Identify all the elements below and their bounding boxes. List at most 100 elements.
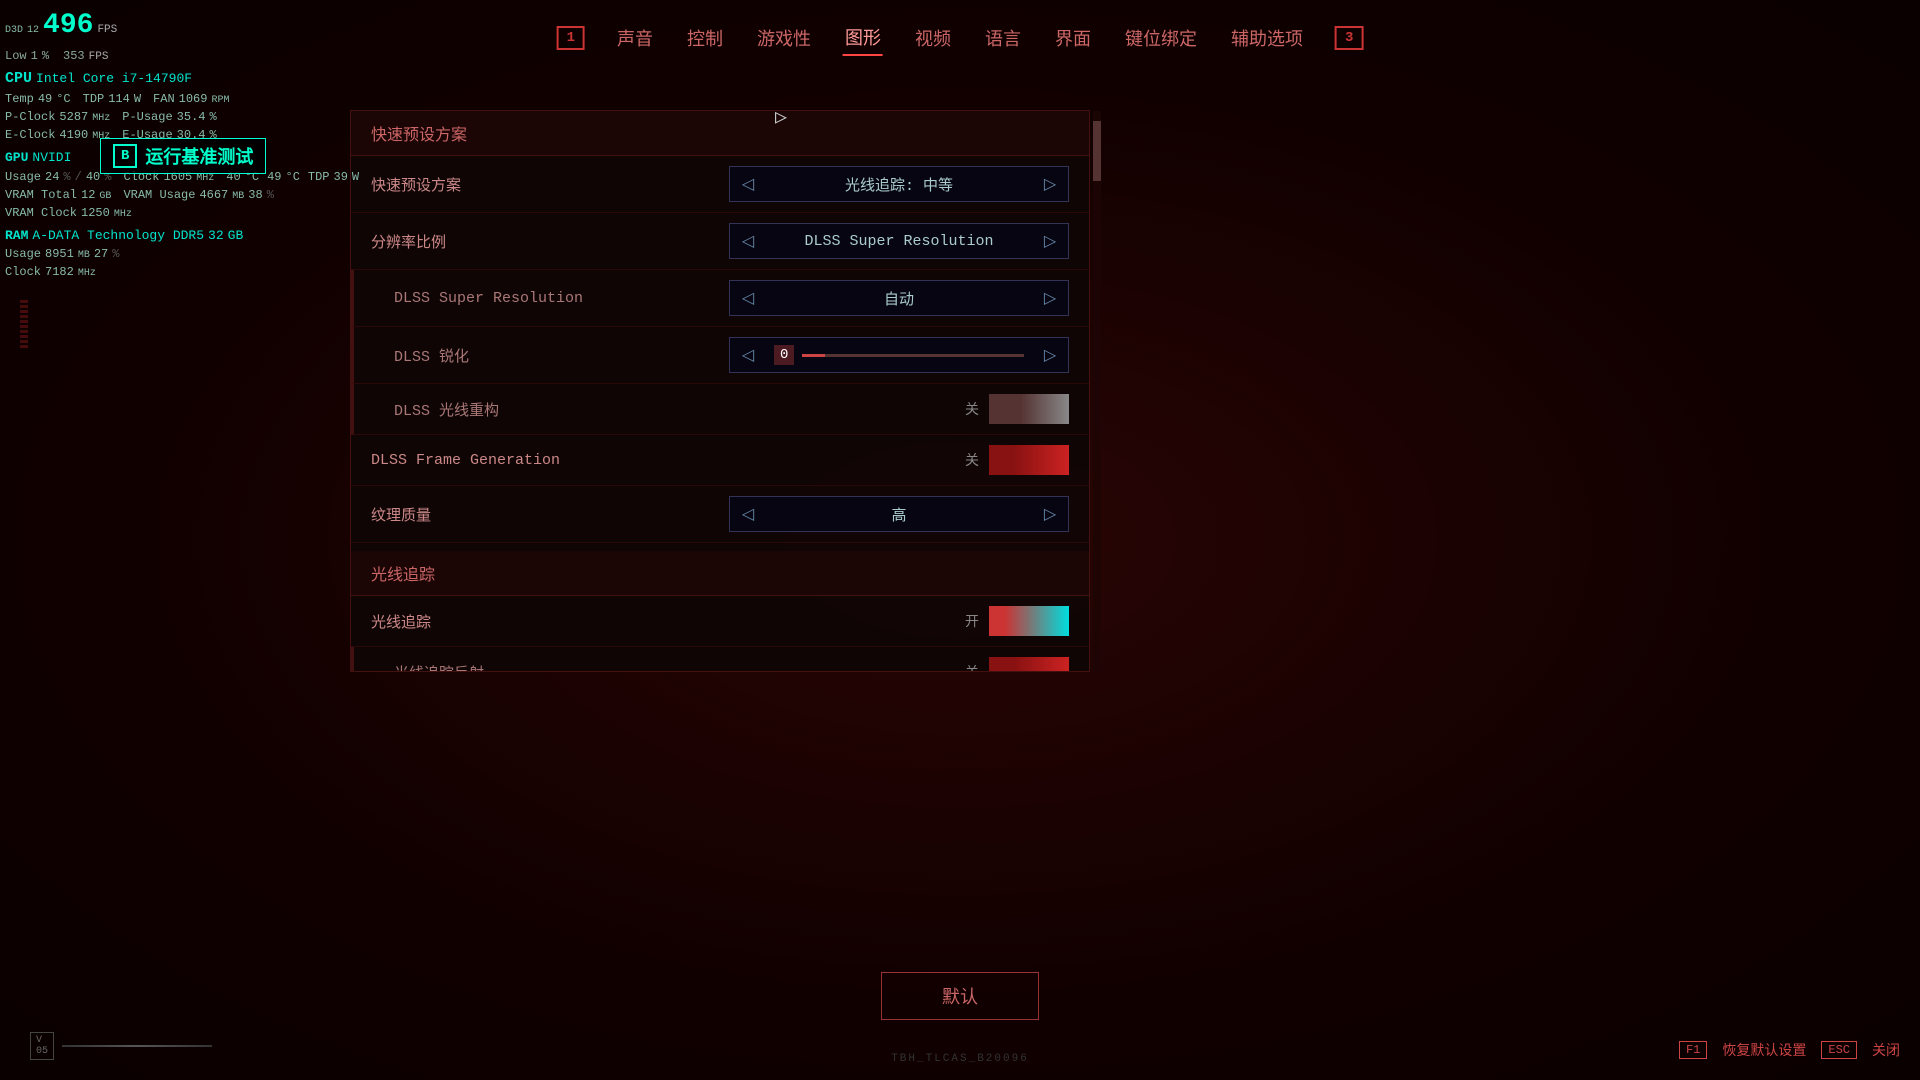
dlss-frame-gen-toggle-label: 关: [965, 450, 979, 470]
preset-right-btn[interactable]: ▷: [1032, 167, 1068, 201]
d3d-value: 12: [27, 23, 39, 38]
preset-left-btn[interactable]: ◁: [730, 167, 766, 201]
nav-bar: 1 声音 控制 游戏性 图形 视频 语言 界面 键位绑定 辅助选项 3: [557, 20, 1364, 56]
gpu-temp2-unit: °C: [286, 168, 300, 186]
texture-quality-label: 纹理质量: [371, 504, 431, 525]
dlss-super-res-right-btn[interactable]: ▷: [1032, 281, 1068, 315]
benchmark-popup[interactable]: B 运行基准测试: [100, 138, 266, 174]
tab-control[interactable]: 控制: [685, 21, 725, 55]
pclock-unit: MHz: [92, 111, 110, 126]
bottom-bar: 默认: [881, 972, 1039, 1020]
fan-unit: RPM: [211, 93, 229, 108]
benchmark-label: 运行基准测试: [145, 143, 253, 169]
tab-accessibility[interactable]: 辅助选项: [1229, 21, 1305, 55]
dlss-super-res-left-btn[interactable]: ◁: [730, 281, 766, 315]
tab-keybind[interactable]: 键位绑定: [1123, 21, 1199, 55]
dlss-recon-label: DLSS 光线重构: [394, 399, 499, 420]
rt-reflection-row: 光线追踪反射 关: [351, 647, 1089, 671]
tdp-value: 114: [108, 90, 130, 108]
dlss-sharpness-slider[interactable]: ◁ 0 ▷: [729, 337, 1069, 373]
fps-value: 496: [43, 5, 93, 47]
tab-sound[interactable]: 声音: [615, 21, 655, 55]
texture-quality-left-btn[interactable]: ◁: [730, 497, 766, 531]
nav-badge-right: 3: [1335, 26, 1363, 50]
pusage-unit: %: [209, 108, 216, 126]
dlss-sharpness-row: DLSS 锐化 ◁ 0 ▷: [351, 327, 1089, 384]
slider-track[interactable]: [802, 354, 1024, 357]
rt-reflection-toggle[interactable]: [989, 657, 1069, 671]
cpu-label: CPU: [5, 68, 32, 91]
esc-action: 关闭: [1872, 1040, 1900, 1060]
tab-gameplay[interactable]: 游戏性: [755, 21, 813, 55]
esc-key: ESC: [1821, 1041, 1857, 1059]
dlss-super-res-label: DLSS Super Resolution: [394, 290, 583, 307]
preset-control[interactable]: ◁ 光线追踪: 中等 ▷: [729, 166, 1069, 202]
tab-language[interactable]: 语言: [983, 21, 1023, 55]
ram-clock-label: Clock: [5, 263, 41, 281]
rt-reflection-control[interactable]: 关: [965, 657, 1069, 671]
low-pct: %: [42, 47, 49, 65]
preset-label: 快速预设方案: [371, 174, 461, 195]
ram-clock: 7182: [45, 263, 74, 281]
dlss-frame-gen-row: DLSS Frame Generation 关: [351, 435, 1089, 486]
raytracing-toggle[interactable]: [989, 606, 1069, 636]
gpu-usage-value: 24: [45, 168, 59, 186]
dlss-sharpness-left-btn[interactable]: ◁: [730, 338, 766, 372]
tab-interface[interactable]: 界面: [1053, 21, 1093, 55]
gpu-tdp-unit: W: [352, 168, 359, 186]
dlss-sharpness-label: DLSS 锐化: [394, 345, 469, 366]
dlss-frame-gen-toggle[interactable]: [989, 445, 1069, 475]
low-label: Low: [5, 47, 27, 65]
dlss-super-res-control[interactable]: ◁ 自动 ▷: [729, 280, 1069, 316]
dlss-recon-row: DLSS 光线重构 关: [351, 384, 1089, 435]
resolution-label: 分辨率比例: [371, 231, 446, 252]
slider-inner: 0: [766, 345, 1032, 365]
version-box: V05: [30, 1032, 54, 1060]
resolution-row: 分辨率比例 ◁ DLSS Super Resolution ▷: [351, 213, 1089, 270]
dlss-frame-gen-control[interactable]: 关: [965, 445, 1069, 475]
f1-key: F1: [1679, 1041, 1707, 1059]
resolution-value: DLSS Super Resolution: [766, 233, 1032, 250]
cpu-value: Intel Core i7-14790F: [36, 69, 192, 89]
ram-unit: GB: [228, 226, 244, 246]
default-button[interactable]: 默认: [881, 972, 1039, 1020]
dlss-recon-control[interactable]: 关: [965, 394, 1069, 424]
texture-quality-right-btn[interactable]: ▷: [1032, 497, 1068, 531]
gpu-tdp-label: TDP: [308, 168, 330, 186]
bottom-hud-left: V05: [30, 1032, 212, 1060]
settings-panel: 快速预设方案 快速预设方案 ◁ 光线追踪: 中等 ▷ 分辨率比例 ◁ DLSS …: [350, 110, 1090, 672]
resolution-right-btn[interactable]: ▷: [1032, 224, 1068, 258]
fan-label: FAN: [153, 90, 175, 108]
fan-value: 1069: [179, 90, 208, 108]
resolution-control[interactable]: ◁ DLSS Super Resolution ▷: [729, 223, 1069, 259]
nav-badge-left: 1: [557, 26, 585, 50]
raytracing-row: 光线追踪 开: [351, 596, 1089, 647]
cursor-icon: ▷: [775, 104, 787, 130]
scrollbar-thumb[interactable]: [1093, 121, 1101, 181]
dlss-sharpness-right-btn[interactable]: ▷: [1032, 338, 1068, 372]
benchmark-key: B: [113, 144, 137, 168]
resolution-left-btn[interactable]: ◁: [730, 224, 766, 258]
rt-reflection-toggle-label: 关: [965, 662, 979, 671]
vram-total-unit: GB: [99, 189, 111, 204]
pusage-value: 35.4: [177, 108, 206, 126]
scrollbar[interactable]: [1093, 111, 1101, 671]
eclock-value: 4190: [59, 126, 88, 144]
tab-video[interactable]: 视频: [913, 21, 953, 55]
temp-unit: °C: [56, 90, 70, 108]
gpu-value: NVIDI: [32, 148, 71, 168]
vram-usage-label: VRAM Usage: [123, 186, 195, 204]
tab-graphics[interactable]: 图形: [843, 20, 883, 56]
ram-size: 32: [208, 226, 224, 246]
low-fps: 353: [63, 47, 85, 65]
dlss-recon-toggle[interactable]: [989, 394, 1069, 424]
vram-clock-label: VRAM Clock: [5, 204, 77, 222]
raytracing-control[interactable]: 开: [965, 606, 1069, 636]
gpu-temp2: 49: [267, 168, 281, 186]
texture-quality-control[interactable]: ◁ 高 ▷: [729, 496, 1069, 532]
ram-clock-unit: MHz: [78, 266, 96, 281]
dlss-recon-toggle-label: 关: [965, 399, 979, 419]
temp-label: Temp: [5, 90, 34, 108]
dlss-sharpness-value: 0: [774, 345, 794, 365]
gpu-tdp-value: 39: [334, 168, 348, 186]
